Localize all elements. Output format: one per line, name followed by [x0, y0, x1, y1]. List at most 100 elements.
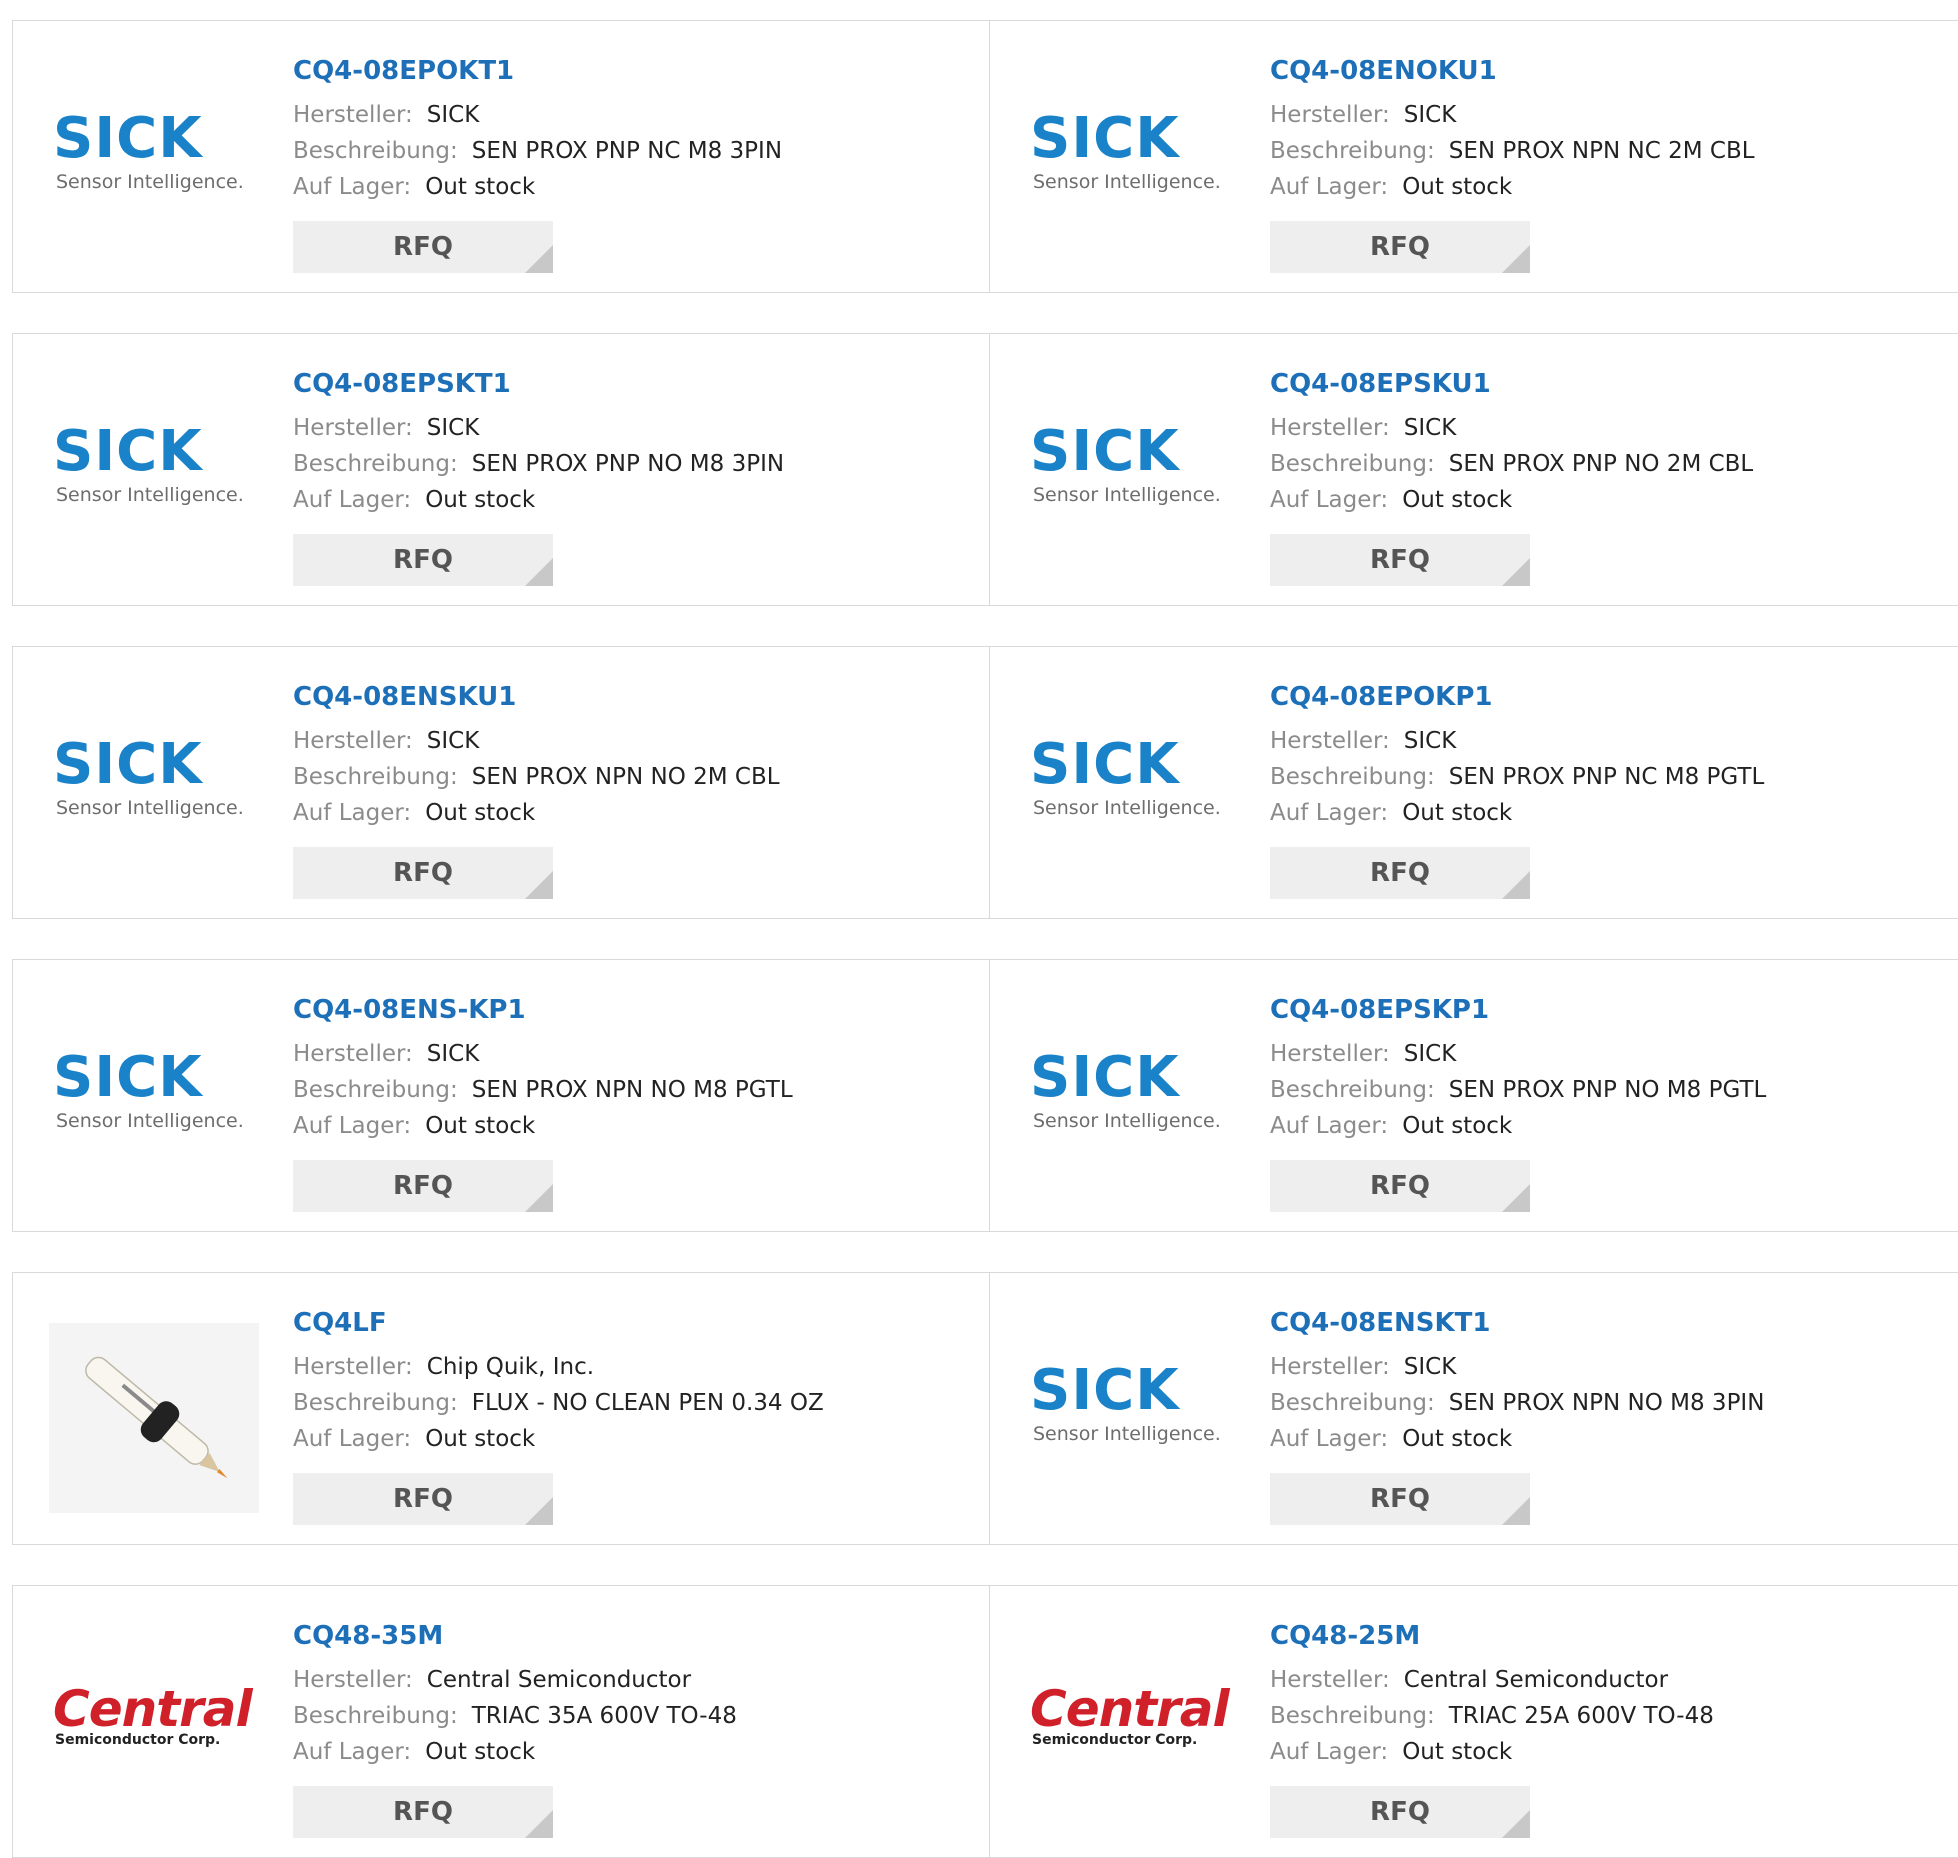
rfq-label: RFQ — [1370, 1171, 1430, 1201]
description-value: SEN PROX NPN NO M8 PGTL — [471, 1077, 793, 1103]
manufacturer-label: Hersteller: — [293, 1354, 413, 1380]
description-value: SEN PROX NPN NO M8 3PIN — [1448, 1390, 1765, 1416]
manufacturer-value: SICK — [1403, 1041, 1457, 1067]
sick-logo-word: SICK — [1030, 106, 1180, 171]
product-grid: SICK Sensor Intelligence. CQ4-08EPOKT1 He… — [12, 20, 1958, 1858]
description-label: Beschreibung: — [1270, 1390, 1435, 1416]
manufacturer-row: Hersteller: SICK — [1270, 1349, 1764, 1385]
rfq-label: RFQ — [1370, 1484, 1430, 1514]
sick-logo-word: SICK — [53, 1045, 203, 1110]
central-logo-tagline: Semiconductor Corp. — [1032, 1732, 1198, 1748]
rfq-button[interactable]: RFQ — [293, 221, 553, 273]
stock-label: Auf Lager: — [293, 1426, 412, 1452]
manufacturer-label: Hersteller: — [1270, 415, 1390, 441]
description-row: Beschreibung: SEN PROX PNP NO 2M CBL — [1270, 446, 1753, 482]
rfq-button[interactable]: RFQ — [293, 1473, 553, 1525]
description-label: Beschreibung: — [293, 1390, 458, 1416]
manufacturer-row: Hersteller: SICK — [1270, 723, 1764, 759]
manufacturer-logo: Central Semiconductor Corp. — [1028, 1676, 1230, 1766]
product-card: SICK Sensor Intelligence. CQ4-08ENS-KP1 H… — [12, 959, 990, 1232]
stock-label: Auf Lager: — [1270, 1113, 1389, 1139]
part-number-link[interactable]: CQ4-08EPOKT1 — [293, 51, 782, 91]
stock-row: Auf Lager: Out stock — [293, 795, 780, 831]
manufacturer-row: Hersteller: Central Semiconductor — [293, 1662, 737, 1698]
sick-logo-word: SICK — [1030, 419, 1180, 484]
sick-logo-tagline: Sensor Intelligence. — [56, 484, 244, 506]
corner-triangle-icon — [525, 1497, 553, 1525]
manufacturer-logo: Central Semiconductor Corp. — [51, 1676, 253, 1766]
manufacturer-logo: SICK Sensor Intelligence. — [1028, 1050, 1228, 1140]
part-number-link[interactable]: CQ48-35M — [293, 1616, 737, 1656]
stock-row: Auf Lager: Out stock — [293, 169, 782, 205]
rfq-button[interactable]: RFQ — [1270, 1473, 1530, 1525]
product-card: SICK Sensor Intelligence. CQ4-08EPSKU1 He… — [990, 333, 1958, 606]
part-number-link[interactable]: CQ48-25M — [1270, 1616, 1714, 1656]
stock-row: Auf Lager: Out stock — [1270, 1108, 1766, 1144]
description-value: TRIAC 25A 600V TO-48 — [1448, 1703, 1714, 1729]
stock-row: Auf Lager: Out stock — [293, 1734, 737, 1770]
manufacturer-row: Hersteller: SICK — [293, 723, 780, 759]
part-number-link[interactable]: CQ4-08EPSKU1 — [1270, 364, 1753, 404]
product-card: Central Semiconductor Corp. CQ48-35M Hers… — [12, 1585, 990, 1858]
manufacturer-value: Central Semiconductor — [1403, 1667, 1669, 1693]
manufacturer-label: Hersteller: — [1270, 1667, 1390, 1693]
sick-logo-tagline: Sensor Intelligence. — [56, 1110, 244, 1132]
rfq-button[interactable]: RFQ — [293, 1160, 553, 1212]
manufacturer-logo: SICK Sensor Intelligence. — [51, 737, 251, 827]
product-card: SICK Sensor Intelligence. CQ4-08EPOKP1 He… — [990, 646, 1958, 919]
description-label: Beschreibung: — [293, 451, 458, 477]
manufacturer-row: Hersteller: Chip Quik, Inc. — [293, 1349, 824, 1385]
part-number-link[interactable]: CQ4-08ENSKU1 — [293, 677, 780, 717]
rfq-button[interactable]: RFQ — [1270, 1160, 1530, 1212]
description-row: Beschreibung: TRIAC 35A 600V TO-48 — [293, 1698, 737, 1734]
product-info: CQ4-08ENOKU1 Hersteller: SICK Beschreibun… — [1270, 51, 1755, 273]
part-number-link[interactable]: CQ4-08ENS-KP1 — [293, 990, 793, 1030]
sick-logo-tagline: Sensor Intelligence. — [56, 797, 244, 819]
description-value: SEN PROX PNP NC M8 3PIN — [471, 138, 783, 164]
corner-triangle-icon — [525, 1810, 553, 1838]
description-value: SEN PROX PNP NO M8 PGTL — [1448, 1077, 1767, 1103]
flux-pen-icon — [85, 1356, 228, 1479]
description-value: FLUX - NO CLEAN PEN 0.34 OZ — [471, 1390, 824, 1416]
sick-logo-word: SICK — [53, 732, 203, 797]
description-label: Beschreibung: — [293, 764, 458, 790]
product-card: SICK Sensor Intelligence. CQ4-08EPSKP1 He… — [990, 959, 1958, 1232]
stock-label: Auf Lager: — [293, 800, 412, 826]
rfq-button[interactable]: RFQ — [293, 1786, 553, 1838]
description-value: SEN PROX PNP NO M8 3PIN — [471, 451, 785, 477]
stock-value: Out stock — [425, 487, 536, 513]
rfq-button[interactable]: RFQ — [293, 534, 553, 586]
rfq-label: RFQ — [393, 858, 453, 888]
manufacturer-value: SICK — [426, 415, 480, 441]
part-number-link[interactable]: CQ4-08EPSKP1 — [1270, 990, 1766, 1030]
rfq-button[interactable]: RFQ — [1270, 1786, 1530, 1838]
rfq-label: RFQ — [393, 1171, 453, 1201]
description-label: Beschreibung: — [1270, 764, 1435, 790]
stock-label: Auf Lager: — [293, 487, 412, 513]
manufacturer-logo: SICK Sensor Intelligence. — [1028, 111, 1228, 201]
part-number-link[interactable]: CQ4-08ENSKT1 — [1270, 1303, 1764, 1343]
rfq-button[interactable]: RFQ — [1270, 221, 1530, 273]
rfq-button[interactable]: RFQ — [1270, 847, 1530, 899]
stock-label: Auf Lager: — [293, 1739, 412, 1765]
sick-logo-tagline: Sensor Intelligence. — [56, 171, 244, 193]
part-number-link[interactable]: CQ4-08ENOKU1 — [1270, 51, 1755, 91]
product-info: CQ4-08EPSKT1 Hersteller: SICK Beschreibun… — [293, 364, 784, 586]
description-label: Beschreibung: — [1270, 1077, 1435, 1103]
rfq-button[interactable]: RFQ — [1270, 534, 1530, 586]
manufacturer-value: Central Semiconductor — [426, 1667, 692, 1693]
product-info: CQ4-08EPOKP1 Hersteller: SICK Beschreibun… — [1270, 677, 1764, 899]
manufacturer-label: Hersteller: — [293, 1667, 413, 1693]
part-number-link[interactable]: CQ4-08EPSKT1 — [293, 364, 784, 404]
stock-row: Auf Lager: Out stock — [1270, 482, 1753, 518]
part-number-link[interactable]: CQ4LF — [293, 1303, 824, 1343]
manufacturer-logo: SICK Sensor Intelligence. — [1028, 424, 1228, 514]
corner-triangle-icon — [525, 558, 553, 586]
central-logo-word: Central — [53, 1680, 253, 1738]
part-number-link[interactable]: CQ4-08EPOKP1 — [1270, 677, 1764, 717]
manufacturer-row: Hersteller: SICK — [1270, 97, 1755, 133]
rfq-button[interactable]: RFQ — [293, 847, 553, 899]
description-value: SEN PROX PNP NO 2M CBL — [1448, 451, 1754, 477]
stock-label: Auf Lager: — [1270, 800, 1389, 826]
manufacturer-label: Hersteller: — [1270, 728, 1390, 754]
